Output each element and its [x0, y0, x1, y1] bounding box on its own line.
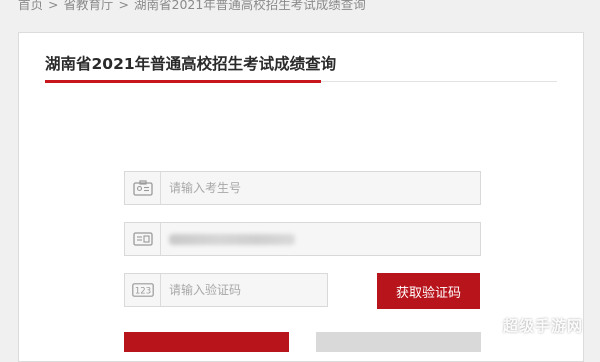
breadcrumb-separator: > — [118, 0, 129, 12]
breadcrumb-education-dept[interactable]: 省教育厅 — [64, 0, 114, 12]
id-number-masked-value[interactable] — [169, 234, 295, 245]
reset-button[interactable] — [316, 332, 481, 352]
exam-number-field — [124, 171, 481, 205]
id-card-icon — [125, 172, 161, 204]
captcha-input[interactable] — [169, 274, 319, 306]
breadcrumb-current: 湖南省2021年普通高校招生考试成绩查询 — [134, 0, 366, 12]
site-watermark: 超级手游网 — [503, 317, 584, 335]
breadcrumb: 首页 > 省教育厅 > 湖南省2021年普通高校招生考试成绩查询 — [18, 0, 366, 14]
submit-button[interactable] — [124, 332, 289, 352]
svg-text:123: 123 — [134, 287, 150, 297]
breadcrumb-separator: > — [48, 0, 59, 12]
captcha-123-icon: 123 — [125, 274, 161, 306]
exam-number-input[interactable] — [169, 172, 472, 204]
get-verification-code-button[interactable]: 获取验证码 — [377, 273, 480, 309]
title-accent-underline — [45, 80, 321, 83]
id-number-icon — [125, 223, 161, 255]
captcha-field: 123 — [124, 273, 328, 307]
id-number-field — [124, 222, 481, 256]
page-title: 湖南省2021年普通高校招生考试成绩查询 — [45, 55, 337, 73]
breadcrumb-home[interactable]: 首页 — [18, 0, 43, 12]
